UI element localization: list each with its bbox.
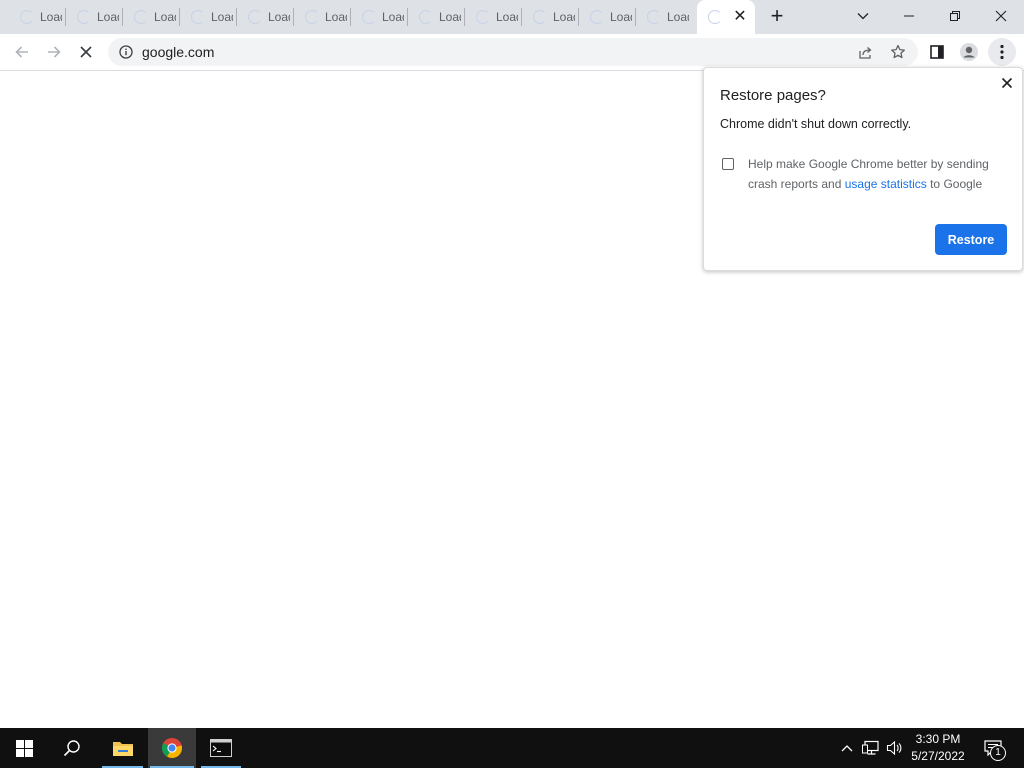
dialog-title: Restore pages? (720, 87, 826, 104)
start-button[interactable] (0, 728, 48, 768)
side-panel-icon (930, 45, 944, 59)
chevron-down-icon (857, 13, 869, 20)
tab-title: Loading (211, 10, 233, 24)
close-window-button[interactable] (978, 0, 1024, 32)
taskbar-chrome[interactable] (148, 728, 196, 768)
back-button[interactable] (8, 38, 36, 66)
loading-spinner-icon (419, 10, 433, 24)
tab-title: Loading (268, 10, 290, 24)
loading-spinner-icon (248, 10, 262, 24)
minimize-button[interactable] (886, 0, 932, 32)
clock-time: 3:30 PM (915, 732, 961, 746)
tab-loading[interactable]: Loading (522, 0, 579, 34)
dialog-message: Chrome didn't shut down correctly. (720, 117, 912, 131)
stop-loading-button[interactable] (72, 38, 100, 66)
volume-button[interactable] (884, 728, 906, 768)
tab-title: Loading (325, 10, 347, 24)
close-icon[interactable] (1000, 76, 1014, 90)
loading-spinner-icon (708, 10, 722, 24)
loading-spinner-icon (590, 10, 604, 24)
crash-reports-checkbox[interactable] (722, 158, 734, 170)
tab-loading[interactable]: Loading (123, 0, 180, 34)
share-icon[interactable] (858, 45, 873, 60)
restore-button[interactable]: Restore (935, 224, 1007, 255)
loading-spinner-icon (20, 10, 34, 24)
tab-loading[interactable]: Loading (579, 0, 636, 34)
tab-loading[interactable]: Loading (237, 0, 294, 34)
tab-title: Loading (439, 10, 461, 24)
windows-logo-icon (15, 739, 33, 757)
close-icon (995, 10, 1007, 22)
tab-loading[interactable]: Loading (66, 0, 123, 34)
tab-close-button[interactable]: ✕ (732, 9, 748, 25)
tab-title: Loading (97, 10, 119, 24)
tab-loading[interactable]: Loading (294, 0, 351, 34)
tab-loading[interactable]: Loading (408, 0, 465, 34)
show-hidden-icons-button[interactable] (838, 728, 856, 768)
folder-icon (112, 742, 133, 756)
tab-title: Loading (40, 10, 62, 24)
crash-reports-text-end: to Google (926, 177, 983, 191)
network-icon (862, 740, 879, 755)
tab-title: Loading (667, 10, 689, 24)
loading-spinner-icon (476, 10, 490, 24)
loading-spinner-icon (191, 10, 205, 24)
tab-title: Loading (154, 10, 176, 24)
tab-strip: Loading Loading Loading Loading Loading … (0, 0, 1024, 34)
loading-spinner-icon (362, 10, 376, 24)
avatar-icon (960, 43, 978, 61)
info-icon[interactable] (119, 45, 133, 59)
search-icon (63, 740, 80, 757)
loading-spinner-icon (77, 10, 91, 24)
loading-spinner-icon (305, 10, 319, 24)
tab-loading[interactable]: Loading (9, 0, 66, 34)
star-icon[interactable] (890, 44, 906, 60)
tab-loading[interactable]: Loading (465, 0, 522, 34)
browser-toolbar: google.com (0, 34, 1024, 71)
terminal-icon (210, 739, 232, 757)
restore-pages-dialog: Restore pages? Chrome didn't shut down c… (703, 67, 1023, 271)
tab-loading[interactable]: Loading (351, 0, 408, 34)
restore-window-button[interactable] (932, 0, 978, 32)
tab-active[interactable]: ✕ (697, 0, 755, 34)
tab-title: Loading (382, 10, 404, 24)
minimize-icon (904, 15, 914, 17)
loading-spinner-icon (647, 10, 661, 24)
taskbar: 3:30 PM 5/27/2022 (0, 728, 1024, 768)
system-clock[interactable]: 3:30 PM 5/27/2022 (906, 731, 970, 765)
new-tab-button[interactable]: + (766, 5, 788, 28)
search-button[interactable] (48, 728, 96, 768)
usage-statistics-link[interactable]: usage statistics (845, 177, 927, 191)
loading-spinner-icon (533, 10, 547, 24)
address-bar[interactable]: google.com (108, 38, 918, 66)
crash-reports-label: Help make Google Chrome better by sendin… (748, 154, 1004, 194)
tab-title: Loading (553, 10, 575, 24)
volume-icon (886, 740, 902, 756)
side-panel-button[interactable] (923, 38, 951, 66)
arrow-left-icon (15, 46, 28, 58)
tab-title: Loading (496, 10, 518, 24)
clock-date: 5/27/2022 (911, 749, 965, 763)
chrome-icon (161, 738, 183, 759)
network-button[interactable] (860, 728, 882, 768)
arrow-right-icon (48, 46, 61, 58)
taskbar-terminal[interactable] (199, 728, 243, 768)
notification-count-badge: 1 (990, 745, 1006, 761)
profile-button[interactable] (955, 38, 983, 66)
taskbar-file-explorer[interactable] (100, 728, 145, 768)
forward-button[interactable] (40, 38, 68, 66)
more-vertical-icon (1000, 44, 1004, 60)
tab-loading[interactable]: Loading (180, 0, 237, 34)
restore-window-icon (950, 11, 960, 21)
tab-title: Loading (610, 10, 632, 24)
tab-loading[interactable]: Loading (636, 0, 693, 34)
loading-spinner-icon (134, 10, 148, 24)
tab-search-button[interactable] (840, 0, 886, 32)
chevron-up-icon (841, 745, 853, 752)
menu-button[interactable] (988, 38, 1016, 66)
close-icon (80, 46, 92, 58)
address-text[interactable]: google.com (142, 44, 214, 60)
